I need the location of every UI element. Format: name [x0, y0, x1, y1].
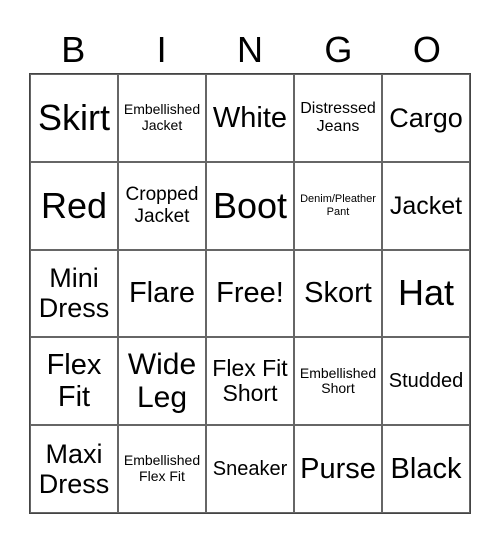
bingo-grid: Skirt Embellished Jacket White Distresse…: [29, 73, 471, 514]
bingo-cell: Boot: [206, 161, 294, 250]
bingo-cell: Embellished Short: [294, 337, 382, 426]
bingo-cell: Flex Fit Short: [206, 337, 294, 426]
bingo-cell: Embellished Flex Fit: [118, 425, 206, 513]
header-letter-o: O: [412, 29, 441, 70]
header-letter-n: N: [237, 29, 264, 70]
bingo-cell: Skirt: [30, 74, 118, 162]
header-letter-b: B: [61, 29, 86, 70]
bingo-cell: Black: [382, 425, 470, 513]
bingo-cell: Hat: [382, 249, 470, 338]
bingo-cell: Jacket: [382, 161, 470, 250]
bingo-cell: Denim/Pleather Pant: [294, 161, 382, 250]
bingo-cell: Flex Fit: [30, 337, 118, 426]
bingo-cell: Purse: [294, 425, 382, 513]
bingo-cell: Mini Dress: [30, 249, 118, 338]
bingo-cell: Distressed Jeans: [294, 74, 382, 162]
bingo-cell: Maxi Dress: [30, 425, 118, 513]
free-space-cell: Free!: [206, 249, 294, 338]
bingo-cell: White: [206, 74, 294, 162]
bingo-cell: Skort: [294, 249, 382, 338]
bingo-cell: Red: [30, 161, 118, 250]
header-letter-g: G: [324, 29, 353, 70]
bingo-header: B I N G O: [29, 28, 471, 72]
header-letter-i: I: [156, 29, 167, 70]
bingo-cell: Flare: [118, 249, 206, 338]
bingo-cell: Embellished Jacket: [118, 74, 206, 162]
bingo-cell: Cargo: [382, 74, 470, 162]
bingo-cell: Wide Leg: [118, 337, 206, 426]
bingo-cell: Cropped Jacket: [118, 161, 206, 250]
bingo-cell: Studded: [382, 337, 470, 426]
bingo-cell: Sneaker: [206, 425, 294, 513]
